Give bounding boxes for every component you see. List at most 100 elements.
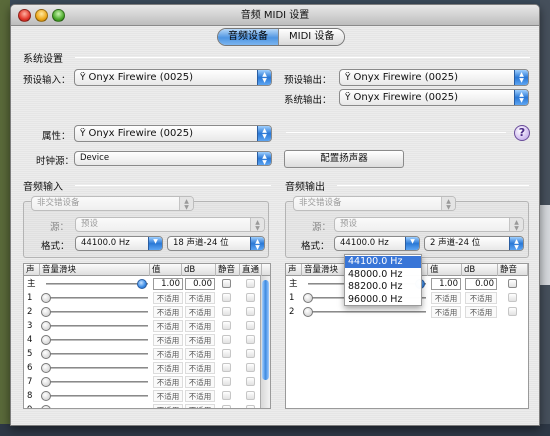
desktop-background-left [0,0,10,436]
thru-checkbox[interactable] [246,363,255,372]
thru-checkbox[interactable] [246,349,255,358]
volume-slider-track[interactable] [308,311,426,313]
mute-checkbox[interactable] [222,335,231,344]
volume-slider-knob[interactable] [41,391,51,401]
volume-slider-knob[interactable] [41,349,51,359]
mute-checkbox[interactable] [222,405,231,408]
default-input-popup[interactable]: Ÿ Onyx Firewire (0025) ▲ ▼ [74,69,272,86]
format-option[interactable]: 44100.0 Hz [345,256,421,268]
input-table-scroll-thumb[interactable] [262,280,269,380]
mute-checkbox[interactable] [222,391,231,400]
column-header[interactable]: dB [182,264,216,276]
volume-slider-track[interactable] [46,395,148,397]
output-channels-popup[interactable]: 2 声道-24 位 ▲ ▼ [424,236,524,251]
zoom-button[interactable] [52,9,65,22]
output-stream-popup[interactable]: 非交错设备 ▲ ▼ [293,196,456,211]
mute-checkbox[interactable] [222,349,231,358]
column-header[interactable]: 声 [24,264,40,276]
column-header[interactable]: 音量滑块 [40,264,150,276]
volume-slider-track[interactable] [46,311,148,313]
column-header[interactable]: 值 [428,264,462,276]
mute-checkbox[interactable] [222,279,231,288]
column-header[interactable]: 声 [286,264,302,276]
volume-slider-knob[interactable] [41,335,51,345]
thru-checkbox[interactable] [246,391,255,400]
default-output-value: Onyx Firewire (0025) [353,72,459,83]
volume-slider-track[interactable] [46,339,148,341]
volume-slider-track[interactable] [46,367,148,369]
volume-slider-knob[interactable] [41,321,51,331]
db-not-applicable: 不适用 [185,334,215,346]
thru-checkbox[interactable] [246,279,255,288]
column-header[interactable]: 静音 [498,264,528,276]
value-field[interactable]: 1.00 [431,278,461,290]
clock-source-popup[interactable]: Device ▲ ▼ [74,151,272,166]
system-output-label: 系统输出： [284,95,332,106]
system-output-value: Onyx Firewire (0025) [353,92,459,103]
tab-midi-devices[interactable]: MIDI 设备 [278,29,345,45]
volume-slider-track[interactable] [46,283,148,285]
volume-slider-track[interactable] [46,297,148,299]
input-source-popup[interactable]: 预设 ▲ ▼ [75,217,265,232]
input-channels-value: 18 声道-24 位 [173,238,229,248]
thru-checkbox[interactable] [246,405,255,408]
mute-checkbox[interactable] [222,363,231,372]
thru-checkbox[interactable] [246,307,255,316]
volume-slider-knob[interactable] [41,293,51,303]
column-header[interactable]: dB [462,264,498,276]
mute-checkbox[interactable] [222,293,231,302]
volume-slider-knob[interactable] [41,363,51,373]
volume-slider-knob[interactable] [137,279,147,289]
column-header[interactable]: 值 [150,264,182,276]
volume-slider-knob[interactable] [41,377,51,387]
format-option[interactable]: 48000.0 Hz [345,269,421,281]
input-channels-popup[interactable]: 18 声道-24 位 ▲ ▼ [167,236,265,251]
db-field[interactable]: 0.00 [185,278,215,290]
input-format-popup[interactable]: 44100.0 Hz ▼ [75,236,163,251]
channel-label: 7 [27,377,33,387]
close-button[interactable] [18,9,31,22]
tab-audio-devices[interactable]: 音频设备 [218,29,278,45]
volume-slider-knob[interactable] [41,307,51,317]
channel-label: 3 [27,321,33,331]
thru-checkbox[interactable] [246,321,255,330]
volume-slider-knob[interactable] [303,293,313,303]
volume-slider-track[interactable] [46,381,148,383]
help-icon[interactable]: ? [514,125,530,141]
system-output-popup[interactable]: Ÿ Onyx Firewire (0025) ▲ ▼ [339,89,529,106]
format-option[interactable]: 96000.0 Hz [345,294,421,306]
minimize-button[interactable] [35,9,48,22]
volume-slider-track[interactable] [46,325,148,327]
thru-checkbox[interactable] [246,335,255,344]
window-titlebar[interactable]: 音频 MIDI 设置 [11,5,539,26]
mute-checkbox[interactable] [508,293,517,302]
table-row: 9 不适用不适用 [24,403,270,408]
column-header[interactable]: 直通 [240,264,262,276]
format-option[interactable]: 88200.0 Hz [345,281,421,293]
channel-label: 主 [289,279,298,289]
input-stream-popup[interactable]: 非交错设备 ▲ ▼ [31,196,194,211]
output-source-popup[interactable]: 预设 ▲ ▼ [334,217,524,232]
default-output-popup[interactable]: Ÿ Onyx Firewire (0025) ▲ ▼ [339,69,529,86]
volume-slider-track[interactable] [46,353,148,355]
popup-arrows-icon: ▲ ▼ [257,126,271,141]
device-tabs: 音频设备 MIDI 设备 [217,28,346,46]
volume-slider-knob[interactable] [303,307,313,317]
configure-speakers-button[interactable]: 配置扬声器 [284,150,404,168]
thru-checkbox[interactable] [246,293,255,302]
value-field[interactable]: 1.00 [153,278,183,290]
audio-output-divider [337,185,529,186]
volume-slider-knob[interactable] [41,405,51,408]
mute-checkbox[interactable] [222,307,231,316]
properties-popup[interactable]: Ÿ Onyx Firewire (0025) ▲ ▼ [74,125,272,142]
output-format-popup[interactable]: 44100.0 Hz ▼ [334,236,420,251]
thru-checkbox[interactable] [246,377,255,386]
mute-checkbox[interactable] [222,321,231,330]
mute-checkbox[interactable] [508,307,517,316]
column-header[interactable]: 静音 [216,264,240,276]
mute-checkbox[interactable] [222,377,231,386]
popup-arrows-icon: ▲ ▼ [257,152,271,165]
mute-checkbox[interactable] [508,279,517,288]
db-field[interactable]: 0.00 [465,278,497,290]
input-table-scrollbar[interactable] [260,276,270,408]
